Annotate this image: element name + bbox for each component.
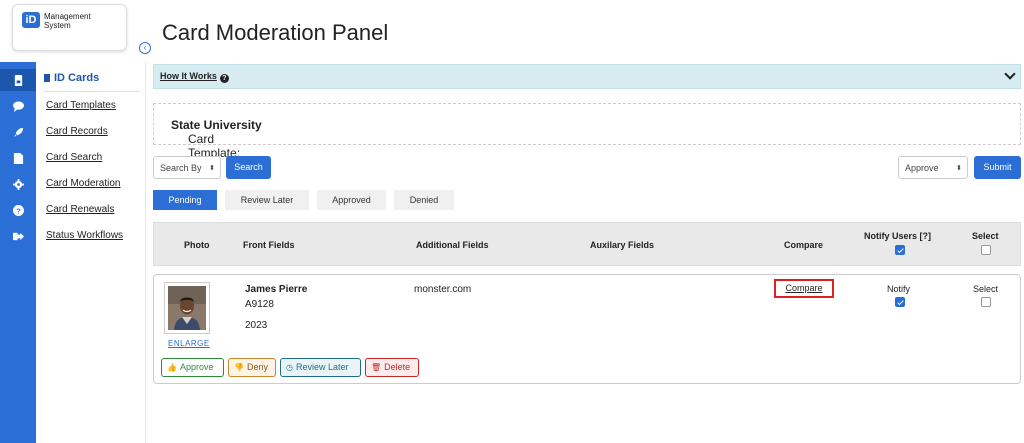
card-photo[interactable] <box>164 282 210 334</box>
svg-text:?: ? <box>16 206 21 215</box>
deny-label: Deny <box>246 362 268 372</box>
select-arrows-icon: ⬍ <box>956 165 962 172</box>
action-select[interactable]: Approve ⬍ <box>898 156 968 179</box>
select-all-checkbox[interactable] <box>981 245 991 255</box>
tab-approved[interactable]: Approved <box>317 190 386 210</box>
card-template-name: State University <box>171 118 262 132</box>
brand-line-1: Management <box>44 12 91 21</box>
sidebar: ID Cards Card Templates Card Records Car… <box>36 62 146 443</box>
select-label: Select <box>973 284 999 294</box>
id-card-icon[interactable] <box>0 69 36 91</box>
header-front-fields: Front Fields <box>243 240 295 250</box>
icon-rail: ? <box>0 0 36 443</box>
sidebar-item-card-templates[interactable]: Card Templates <box>46 100 116 111</box>
sidebar-item-card-renewals[interactable]: Card Renewals <box>46 204 114 215</box>
brand-logo[interactable]: iD Management System <box>12 4 127 51</box>
card-year: 2023 <box>245 320 268 331</box>
collapse-sidebar-button[interactable]: ‹ <box>139 42 151 54</box>
brand-line-2: System <box>44 21 71 30</box>
trash-icon: 🗑 <box>371 363 382 372</box>
how-it-works-panel[interactable]: How It Works? <box>153 64 1021 89</box>
search-by-select[interactable]: Search By ⬍ <box>153 156 221 179</box>
chat-icon[interactable] <box>0 95 36 117</box>
deny-button[interactable]: 👎 Deny <box>228 358 276 377</box>
help-icon[interactable]: ? <box>0 199 36 221</box>
notify-label: Notify <box>887 284 911 294</box>
chevron-down-icon[interactable] <box>1004 68 1016 80</box>
header-notify-users[interactable]: Notify Users [?] <box>864 231 931 241</box>
table-row: ENLARGE James Pierre A9128 2023 monster.… <box>153 274 1021 384</box>
person-photo <box>168 286 206 330</box>
document-icon[interactable] <box>0 147 36 169</box>
card-template-box: Card Template: State University <box>153 103 1021 160</box>
search-button[interactable]: Search <box>226 156 271 179</box>
review-later-button[interactable]: ◷ Review Later <box>280 358 361 377</box>
tab-review-later[interactable]: Review Later <box>225 190 309 210</box>
header-additional-fields: Additional Fields <box>416 240 489 250</box>
how-it-works-toggle[interactable]: How It Works? <box>160 71 229 83</box>
sidebar-item-card-search[interactable]: Card Search <box>46 152 102 163</box>
sidebar-item-card-records[interactable]: Card Records <box>46 126 108 137</box>
sidebar-heading-label: ID Cards <box>54 72 100 84</box>
notify-checkbox[interactable] <box>895 297 905 307</box>
clock-icon: ◷ <box>286 363 293 372</box>
sidebar-item-card-moderation[interactable]: Card Moderation <box>46 178 120 189</box>
header-select: Select <box>972 231 999 241</box>
submit-button[interactable]: Submit <box>974 156 1021 179</box>
logout-icon[interactable] <box>0 225 36 247</box>
compare-link[interactable]: Compare <box>774 279 834 298</box>
thumbs-down-icon: 👎 <box>234 363 244 372</box>
select-checkbox[interactable] <box>981 297 991 307</box>
question-icon: ? <box>219 74 229 83</box>
enlarge-link[interactable]: ENLARGE <box>168 339 210 348</box>
how-it-works-label: How It Works <box>160 71 217 81</box>
gear-icon[interactable] <box>0 173 36 195</box>
card-id: A9128 <box>245 299 274 310</box>
page-title: Card Moderation Panel <box>162 20 389 45</box>
approve-button[interactable]: 👍 Approve <box>161 358 224 377</box>
header-compare: Compare <box>784 240 824 250</box>
rocket-icon[interactable] <box>0 121 36 143</box>
additional-field-value: monster.com <box>414 284 472 295</box>
tab-denied[interactable]: Denied <box>394 190 454 210</box>
notify-all-checkbox[interactable] <box>895 245 905 255</box>
delete-button[interactable]: 🗑 Delete <box>365 358 419 377</box>
review-later-label: Review Later <box>295 362 349 372</box>
sidebar-item-status-workflows[interactable]: Status Workflows <box>46 230 123 241</box>
logo-mark: iD <box>22 12 40 28</box>
approve-label: Approve <box>179 362 214 372</box>
search-by-value: Search By <box>160 163 202 173</box>
tab-pending[interactable]: Pending <box>153 190 217 210</box>
card-template-label: Card Template: State University <box>171 118 262 160</box>
sidebar-heading[interactable]: ID Cards <box>44 72 99 84</box>
table-header: Photo Front Fields Additional Fields Aux… <box>153 222 1021 266</box>
brand-name: Management System <box>44 12 91 30</box>
sidebar-divider <box>44 91 139 92</box>
header-auxiliary-fields: Auxilary Fields <box>590 240 655 250</box>
person-name: James Pierre <box>245 284 308 295</box>
id-card-icon <box>44 74 50 82</box>
action-select-value: Approve <box>905 163 939 173</box>
delete-label: Delete <box>384 362 411 372</box>
thumbs-up-icon: 👍 <box>167 363 177 372</box>
header-photo: Photo <box>184 240 210 250</box>
select-arrows-icon: ⬍ <box>209 165 215 172</box>
